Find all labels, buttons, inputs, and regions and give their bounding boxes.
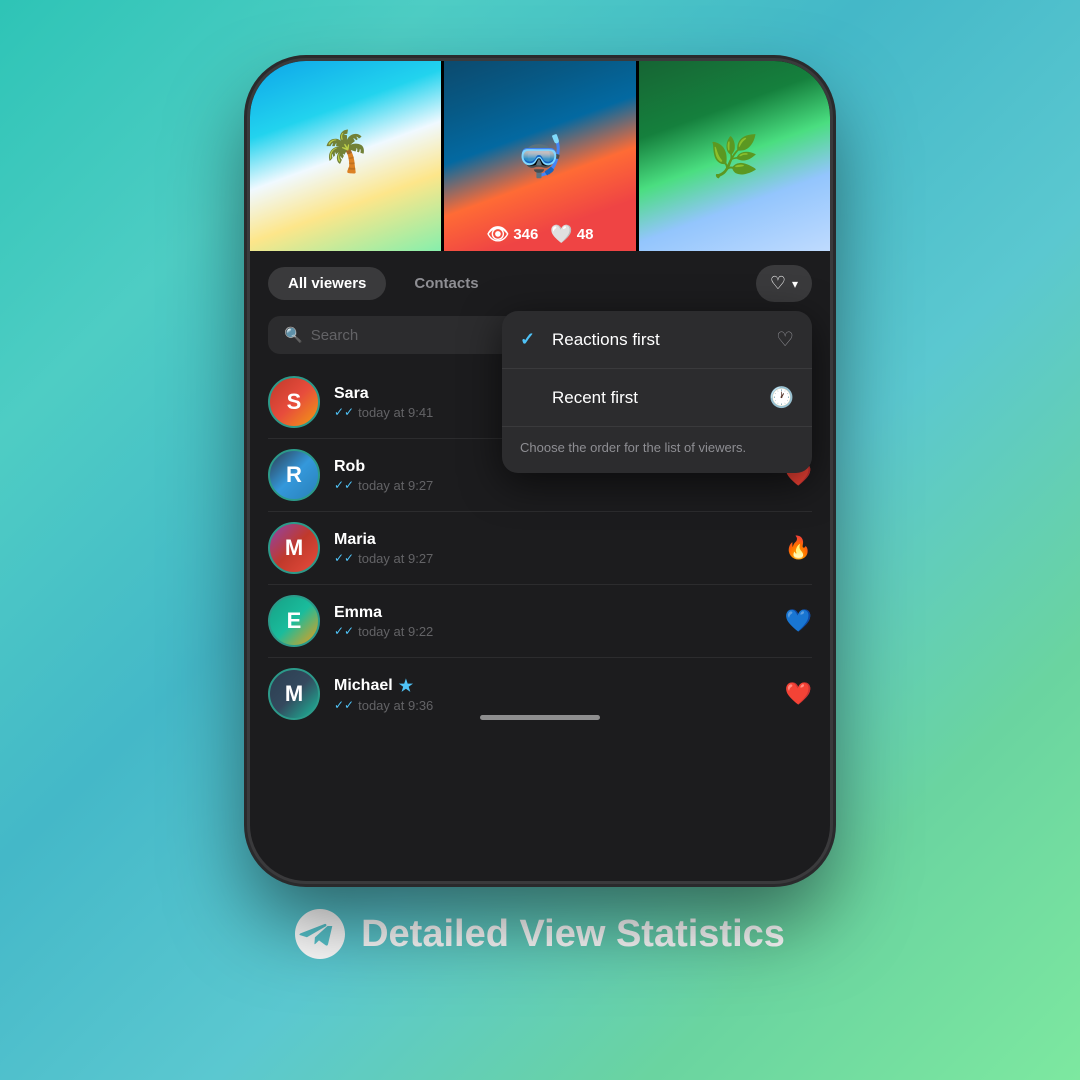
eye-icon: 👁 — [486, 224, 509, 245]
viewer-info-emma: Emma ✓✓ today at 9:22 — [334, 604, 812, 639]
hearts-stat: 🤍 48 — [550, 224, 593, 245]
viewer-item-maria[interactable]: M Maria ✓✓ today at 9:27 🔥 — [268, 512, 812, 585]
palm-beach-image: 🌴 — [250, 61, 441, 251]
reaction-maria: 🔥 — [785, 535, 812, 561]
telegram-logo — [295, 909, 345, 959]
ocean-dive-image: 🤿 — [444, 61, 635, 251]
tabs-row: All viewers Contacts ♡ ▾ — [250, 251, 830, 316]
viewer-info-michael: Michael ★ ✓✓ today at 9:36 — [334, 676, 812, 713]
hearts-count: 48 — [577, 226, 594, 243]
viewer-name-maria: Maria — [334, 531, 812, 549]
banner-text: Detailed View Statistics — [361, 913, 785, 956]
viewer-name-emma: Emma — [334, 604, 812, 622]
image-stats-overlay: 👁 346 🤍 48 — [444, 224, 635, 245]
double-check-maria: ✓✓ — [334, 551, 354, 565]
dropdown-option-reactions-first[interactable]: ✓ Reactions first ♡ — [502, 311, 812, 369]
reactions-first-label: Reactions first — [552, 330, 764, 350]
heart-filter-icon: ♡ — [770, 273, 786, 294]
double-check-emma: ✓✓ — [334, 624, 354, 638]
heart-option-icon: ♡ — [776, 327, 794, 352]
phone-wrapper: 🌴 🤿 👁 346 🤍 48 🌿 — [250, 61, 830, 881]
viewer-time-maria: ✓✓ today at 9:27 — [334, 551, 812, 566]
star-badge-michael: ★ — [399, 676, 413, 696]
views-stat: 👁 346 — [486, 224, 538, 245]
sort-dropdown: ✓ Reactions first ♡ Recent first 🕐 Choos… — [502, 311, 812, 473]
checkmark-icon: ✓ — [520, 329, 540, 350]
image-thumb-2: 🤿 👁 346 🤍 48 — [444, 61, 635, 251]
viewer-time-emma: ✓✓ today at 9:22 — [334, 624, 812, 639]
home-indicator — [480, 715, 600, 720]
dropdown-option-recent-first[interactable]: Recent first 🕐 — [502, 369, 812, 426]
heart-icon: 🤍 — [550, 224, 572, 245]
viewer-item-emma[interactable]: E Emma ✓✓ today at 9:22 💙 — [268, 585, 812, 658]
avatar-maria: M — [268, 522, 320, 574]
images-row: 🌴 🤿 👁 346 🤍 48 🌿 — [250, 61, 830, 251]
double-check-sara: ✓✓ — [334, 405, 354, 419]
dropdown-hint: Choose the order for the list of viewers… — [502, 426, 812, 473]
viewer-info-maria: Maria ✓✓ today at 9:27 — [334, 531, 812, 566]
tab-contacts[interactable]: Contacts — [394, 267, 498, 300]
search-placeholder: Search — [311, 327, 359, 344]
avatar-michael: M — [268, 668, 320, 720]
island-image: 🌿 — [639, 61, 830, 251]
viewer-name-michael: Michael ★ — [334, 676, 812, 696]
chevron-down-icon: ▾ — [792, 277, 798, 291]
viewer-panel: All viewers Contacts ♡ ▾ 🔍 Search S — [250, 251, 830, 730]
reaction-michael: ❤️ — [785, 681, 812, 707]
tab-all-viewers[interactable]: All viewers — [268, 267, 386, 300]
image-thumb-1: 🌴 — [250, 61, 441, 251]
viewer-time-michael: ✓✓ today at 9:36 — [334, 698, 812, 713]
viewer-time-rob: ✓✓ today at 9:27 — [334, 478, 812, 493]
search-icon: 🔍 — [284, 326, 303, 344]
filter-button[interactable]: ♡ ▾ — [756, 265, 812, 302]
recent-first-label: Recent first — [552, 388, 757, 408]
double-check-michael: ✓✓ — [334, 698, 354, 712]
phone-frame: 🌴 🤿 👁 346 🤍 48 🌿 — [250, 61, 830, 881]
double-check-rob: ✓✓ — [334, 478, 354, 492]
bottom-banner: Detailed View Statistics — [295, 909, 785, 959]
avatar-rob: R — [268, 449, 320, 501]
clock-option-icon: 🕐 — [769, 385, 794, 410]
views-count: 346 — [513, 226, 538, 243]
image-thumb-3: 🌿 — [639, 61, 830, 251]
avatar-sara: S — [268, 376, 320, 428]
avatar-emma: E — [268, 595, 320, 647]
reaction-emma: 💙 — [785, 608, 812, 634]
